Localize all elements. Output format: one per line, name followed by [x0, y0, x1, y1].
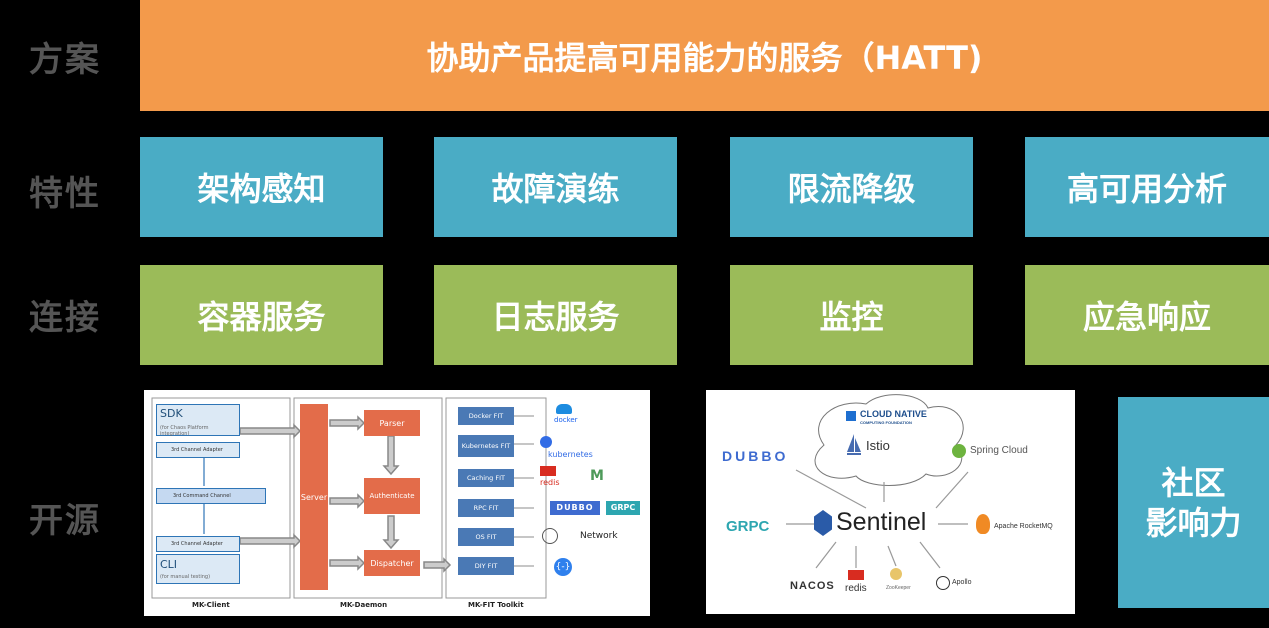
channel-adapter-bottom-label: 3rd Channel Adapter — [171, 541, 223, 547]
footer-mk-client: MK-Client — [192, 601, 230, 609]
rocketmq-label: Apache RocketMQ — [994, 523, 1053, 530]
parser-box: Parser — [364, 410, 420, 436]
redis-logo-text: redis — [540, 478, 560, 487]
connect-container-service: 容器服务 — [140, 265, 383, 365]
sentinel-label: Sentinel — [836, 508, 927, 536]
row-label-plan: 方案 — [29, 40, 101, 80]
fit-docker: Docker FIT — [458, 407, 514, 425]
footer-mk-fit-toolkit: MK-FIT Toolkit — [468, 601, 524, 609]
connect-log-service: 日志服务 — [434, 265, 677, 365]
row-label-open-source: 开源 — [29, 501, 101, 541]
fit-os: OS FIT — [458, 528, 514, 546]
mk-architecture-diagram: SDK (for Chaos Platform integration) 3rd… — [144, 390, 650, 616]
istio-icon — [847, 434, 861, 455]
zookeeper-label: ZooKeeper — [886, 585, 911, 591]
server-box: Server — [300, 404, 328, 590]
sdk-sublabel: (for Chaos Platform integration) — [160, 425, 209, 437]
redis-eco-icon — [848, 570, 864, 580]
cncf-icon — [846, 411, 856, 421]
spring-cloud-icon — [952, 444, 966, 458]
feature-fault-drill: 故障演练 — [434, 137, 677, 237]
feature-rate-limit-degrade: 限流降级 — [730, 137, 973, 237]
community-line1: 社区 — [1161, 463, 1226, 502]
nacos-logo: NACOS — [790, 580, 835, 592]
connect-monitoring: 监控 — [730, 265, 973, 365]
row-label-features: 特性 — [29, 174, 101, 214]
channel-adapter-top-box: 3rd Channel Adapter — [156, 442, 240, 458]
custom-extension-icon: {-} — [554, 558, 572, 576]
community-influence-box: 社区 影响力 — [1118, 397, 1269, 608]
network-label: Network — [580, 531, 618, 541]
grpc-logo: GRPC — [606, 501, 640, 515]
sdk-label: SDK — [160, 407, 183, 420]
cncf-line2: COMPUTING FOUNDATION — [860, 420, 912, 425]
sentinel-ecosystem-diagram: CLOUD NATIVE COMPUTING FOUNDATION Istio … — [706, 390, 1075, 614]
zookeeper-icon — [890, 568, 902, 580]
community-line2: 影响力 — [1145, 503, 1242, 542]
istio-label: Istio — [866, 438, 890, 453]
footer-mk-daemon: MK-Daemon — [340, 601, 388, 609]
authenticate-box: Authenticate — [364, 478, 420, 514]
apollo-icon — [936, 576, 950, 590]
network-icon — [542, 528, 558, 544]
sdk-box: SDK (for Chaos Platform integration) — [156, 404, 240, 437]
redis-eco-label: redis — [845, 583, 867, 594]
redis-icon — [540, 466, 556, 476]
cli-label: CLI — [160, 558, 178, 571]
channel-adapter-bottom-box: 3rd Channel Adapter — [156, 536, 240, 552]
apollo-label: Apollo — [952, 579, 972, 586]
spring-cloud-label: Spring Cloud — [970, 445, 1028, 456]
grpc-logo-eco: GRPC — [726, 518, 770, 535]
docker-icon — [556, 404, 572, 414]
cli-box: CLI (for manual testing) — [156, 554, 240, 584]
cli-sublabel: (for manual testing) — [160, 574, 211, 580]
rocketmq-icon — [976, 514, 990, 534]
kubernetes-icon — [540, 436, 552, 448]
command-channel-box: 3rd Command Channel — [156, 488, 266, 504]
feature-ha-analysis: 高可用分析 — [1025, 137, 1269, 237]
dubbo-logo-eco: DUBBO — [722, 448, 789, 464]
memcached-icon: M — [590, 468, 604, 484]
solution-banner: 协助产品提高可用能力的服务（HATT) — [140, 0, 1269, 111]
row-label-connect: 连接 — [29, 298, 101, 338]
fit-rpc: RPC FIT — [458, 499, 514, 517]
dubbo-logo: DUBBO — [550, 501, 600, 515]
fit-kubernetes: Kubernetes FIT — [458, 435, 514, 457]
cncf-line1: CLOUD NATIVE — [860, 409, 927, 419]
kubernetes-logo-text: kubernetes — [548, 450, 593, 459]
connect-emergency-response: 应急响应 — [1025, 265, 1269, 365]
command-channel-label: 3rd Command Channel — [173, 493, 231, 499]
fit-diy: DIY FIT — [458, 557, 514, 575]
feature-architecture-awareness: 架构感知 — [140, 137, 383, 237]
channel-adapter-top-label: 3rd Channel Adapter — [171, 447, 223, 453]
dispatcher-box: Dispatcher — [364, 550, 420, 576]
docker-logo-text: docker — [554, 416, 578, 424]
fit-caching: Caching FIT — [458, 469, 514, 487]
